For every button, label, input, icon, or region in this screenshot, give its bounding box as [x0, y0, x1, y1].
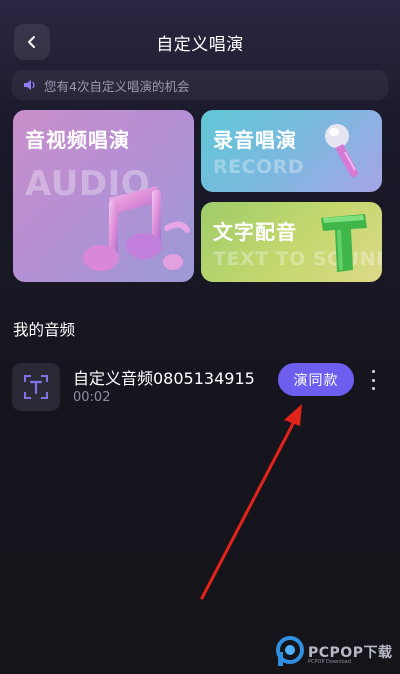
watermark-small: PCPOP Download: [308, 659, 351, 665]
watermark: PCPOP下载 PCPOP Download: [274, 634, 398, 670]
annotation-arrow: [200, 404, 302, 600]
watermark-logo-icon: [276, 636, 304, 666]
